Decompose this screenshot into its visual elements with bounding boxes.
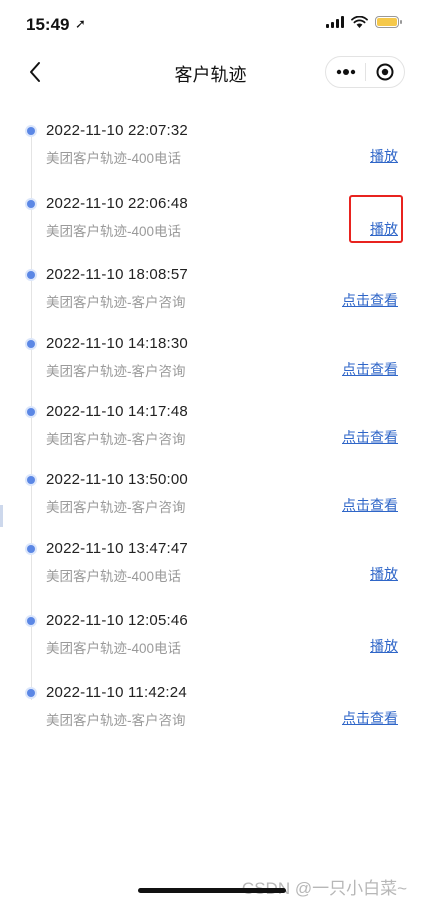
timeline-item: 2022-11-10 22:07:32 美团客户轨迹-400电话 播放: [0, 118, 421, 168]
nav-bar: 客户轨迹: [0, 50, 421, 94]
item-time: 2022-11-10 11:42:24: [46, 684, 187, 701]
view-details-link[interactable]: 点击查看: [342, 290, 398, 310]
timeline-item: 2022-11-10 13:50:00 美团客户轨迹-客户咨询 点击查看: [0, 467, 421, 517]
item-time: 2022-11-10 14:17:48: [46, 403, 188, 420]
timeline-dot: [27, 689, 35, 697]
item-description: 美团客户轨迹-客户咨询: [46, 500, 186, 515]
item-description: 美团客户轨迹-400电话: [46, 641, 182, 656]
item-time: 2022-11-10 13:50:00: [46, 471, 188, 488]
mini-program-capsule: [325, 56, 405, 88]
timeline-dot: [27, 200, 35, 208]
timeline-dot: [27, 340, 35, 348]
timeline-item: 2022-11-10 18:08:57 美团客户轨迹-客户咨询 点击查看: [0, 262, 421, 312]
close-button[interactable]: [366, 57, 404, 87]
play-link[interactable]: 播放: [370, 636, 398, 656]
item-description: 美团客户轨迹-客户咨询: [46, 432, 186, 447]
item-time: 2022-11-10 14:18:30: [46, 335, 188, 352]
battery-level: [377, 18, 397, 26]
more-icon: [336, 69, 355, 75]
item-description: 美团客户轨迹-客户咨询: [46, 364, 186, 379]
item-description: 美团客户轨迹-客户咨询: [46, 295, 186, 310]
status-bar: 15:49 ➚: [0, 0, 421, 50]
play-link[interactable]: 播放: [370, 146, 398, 166]
status-icons: [326, 16, 402, 28]
timeline-dot: [27, 271, 35, 279]
timeline-dot: [27, 127, 35, 135]
status-time: 15:49: [26, 15, 70, 34]
timeline-item: 2022-11-10 14:18:30 美团客户轨迹-客户咨询 点击查看: [0, 331, 421, 381]
item-description: 美团客户轨迹-400电话: [46, 224, 182, 239]
item-time: 2022-11-10 12:05:46: [46, 612, 188, 629]
csdn-watermark: CSDN @一只小白菜~: [241, 879, 407, 898]
play-link[interactable]: 播放: [370, 564, 398, 584]
signal-icon: [326, 16, 344, 28]
view-details-link[interactable]: 点击查看: [342, 708, 398, 728]
timeline-item: 2022-11-10 13:47:47 美团客户轨迹-400电话 播放: [0, 536, 421, 586]
timeline-dot: [27, 476, 35, 484]
timeline-dot: [27, 408, 35, 416]
target-close-icon: [376, 63, 394, 81]
item-description: 美团客户轨迹-400电话: [46, 151, 182, 166]
location-icon: ➚: [75, 16, 86, 31]
highlight-annotation-box: [349, 195, 403, 243]
view-details-link[interactable]: 点击查看: [342, 427, 398, 447]
timeline-item: 2022-11-10 12:05:46 美团客户轨迹-400电话 播放: [0, 608, 421, 658]
item-time: 2022-11-10 22:07:32: [46, 122, 188, 139]
item-time: 2022-11-10 18:08:57: [46, 266, 188, 283]
home-indicator[interactable]: [138, 888, 286, 893]
timeline-item: 2022-11-10 14:17:48 美团客户轨迹-客户咨询 点击查看: [0, 399, 421, 449]
timeline-dot: [27, 545, 35, 553]
more-button[interactable]: [326, 57, 365, 87]
battery-icon: [375, 16, 402, 28]
view-details-link[interactable]: 点击查看: [342, 359, 398, 379]
view-details-link[interactable]: 点击查看: [342, 495, 398, 515]
item-description: 美团客户轨迹-客户咨询: [46, 713, 186, 728]
item-description: 美团客户轨迹-400电话: [46, 569, 182, 584]
item-time: 2022-11-10 13:47:47: [46, 540, 188, 557]
item-time: 2022-11-10 22:06:48: [46, 195, 188, 212]
wifi-icon: [351, 16, 368, 28]
timeline-item: 2022-11-10 11:42:24 美团客户轨迹-客户咨询 点击查看: [0, 680, 421, 730]
timeline-dot: [27, 617, 35, 625]
